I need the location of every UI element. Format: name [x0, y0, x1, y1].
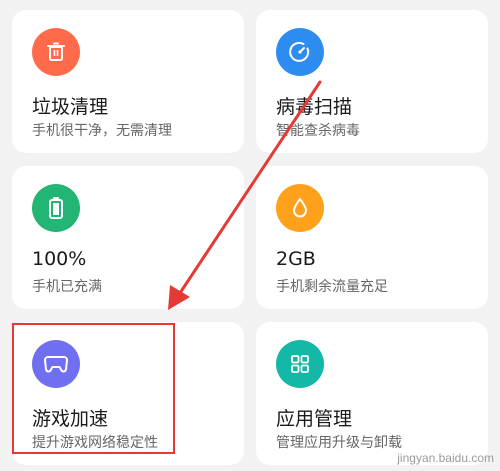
card-title: 应用管理	[276, 408, 353, 430]
watermark: jingyan.baidu.com	[397, 451, 494, 465]
battery-icon	[32, 184, 80, 232]
card-app-management[interactable]: 应用管理 管理应用升级与卸载	[256, 322, 488, 465]
apps-grid-icon	[276, 340, 324, 388]
card-subtitle: 智能查杀病毒	[276, 123, 360, 139]
card-subtitle: 管理应用升级与卸载	[276, 435, 402, 451]
card-battery[interactable]: 100% 手机已充满	[12, 166, 244, 309]
card-subtitle: 手机剩余流量充足	[276, 279, 388, 295]
card-subtitle: 提升游戏网络稳定性	[32, 435, 158, 451]
card-game-boost[interactable]: 游戏加速 提升游戏网络稳定性	[12, 322, 244, 465]
card-virus-scan[interactable]: 病毒扫描 智能查杀病毒	[256, 10, 488, 153]
card-title: 100%	[32, 248, 87, 270]
card-junk-cleanup[interactable]: 垃圾清理 手机很干净，无需清理	[12, 10, 244, 153]
card-subtitle: 手机已充满	[32, 279, 102, 295]
card-data-usage[interactable]: 2GB 手机剩余流量充足	[256, 166, 488, 309]
card-title: 垃圾清理	[32, 96, 109, 118]
card-subtitle: 手机很干净，无需清理	[32, 123, 172, 139]
card-title: 游戏加速	[32, 408, 109, 430]
gamepad-icon	[32, 340, 80, 388]
card-title: 病毒扫描	[276, 96, 353, 118]
trash-icon	[32, 28, 80, 76]
droplet-icon	[276, 184, 324, 232]
card-title: 2GB	[276, 248, 316, 270]
gauge-icon	[276, 28, 324, 76]
